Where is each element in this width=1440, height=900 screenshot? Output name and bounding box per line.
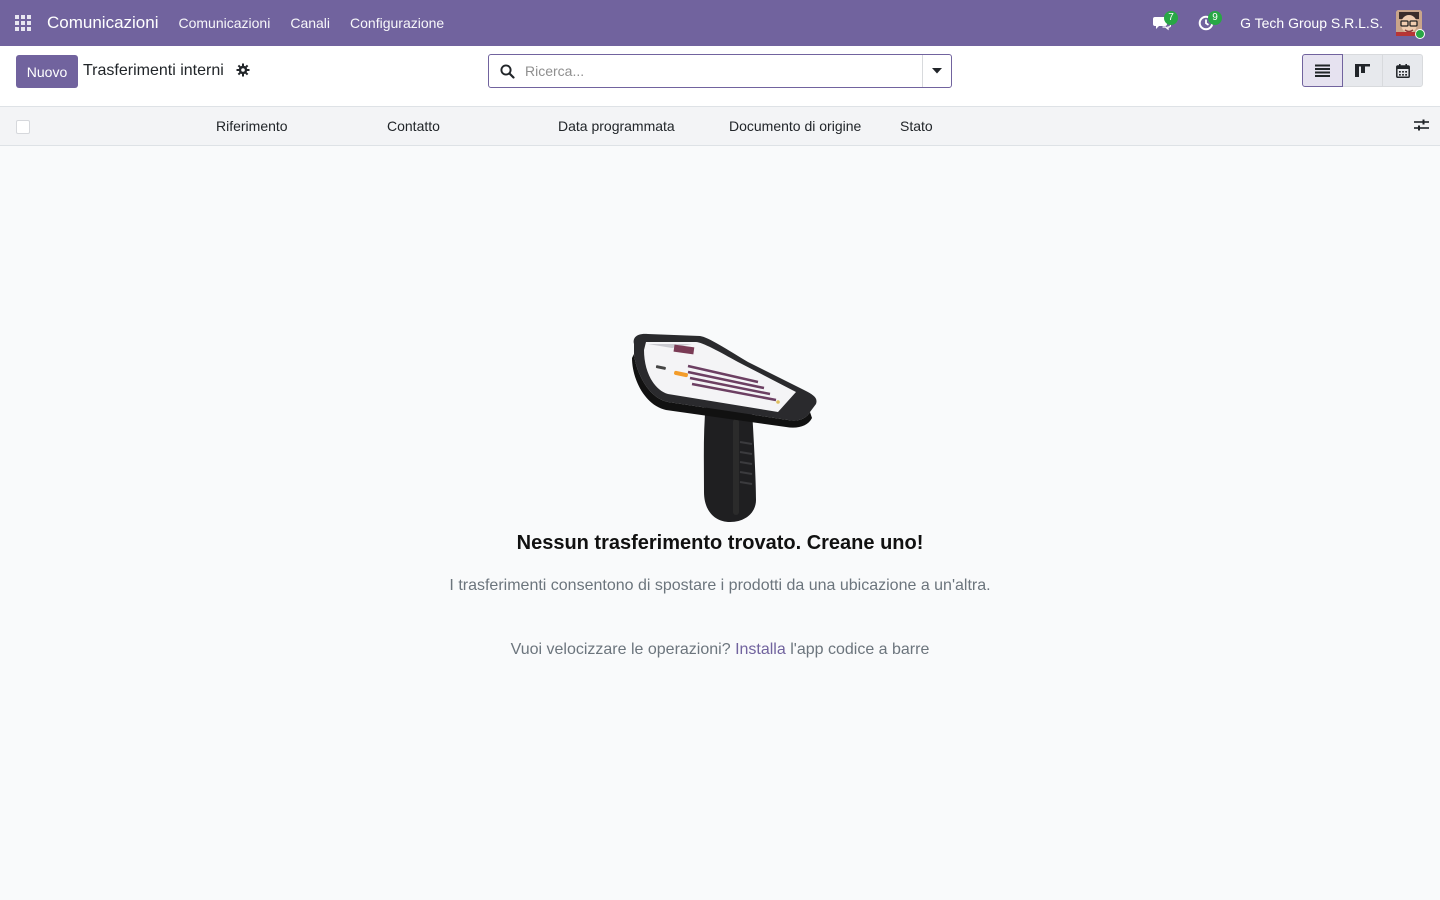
calendar-icon	[1395, 63, 1410, 78]
list-header: Riferimento Contatto Data programmata Do…	[0, 106, 1440, 146]
column-stato[interactable]: Stato	[900, 118, 933, 134]
search-icon	[489, 55, 525, 87]
page-title: Trasferimenti interni	[83, 62, 224, 79]
company-switcher[interactable]: G Tech Group S.R.L.S.	[1240, 15, 1383, 31]
messages-button[interactable]: 7	[1152, 0, 1179, 46]
menu-configurazione[interactable]: Configurazione	[350, 15, 444, 31]
menu-canali[interactable]: Canali	[290, 15, 330, 31]
empty-state: Nessun trasferimento trovato. Creane uno…	[0, 146, 1440, 900]
empty-state-description: I trasferimenti consentono di spostare i…	[449, 577, 991, 594]
column-riferimento[interactable]: Riferimento	[216, 118, 288, 134]
systray: 7 9 G Tech Group S.R.L.S.	[1152, 0, 1425, 46]
column-data-programmata[interactable]: Data programmata	[558, 118, 675, 134]
barcode-scanner-illustration	[632, 333, 817, 522]
user-avatar[interactable]	[1396, 10, 1425, 39]
messages-badge: 7	[1164, 11, 1179, 25]
install-barcode-link[interactable]: Installa	[735, 641, 786, 658]
search-bar	[488, 54, 952, 88]
apps-grid-icon	[15, 15, 31, 31]
apps-menu-button[interactable]	[0, 0, 46, 46]
optional-columns-icon[interactable]	[1414, 118, 1429, 135]
select-all-checkbox[interactable]	[16, 120, 30, 134]
online-status-dot	[1415, 29, 1425, 39]
activities-button[interactable]: 9	[1196, 0, 1223, 46]
hint-prefix: Vuoi velocizzare le operazioni?	[510, 641, 731, 658]
new-button[interactable]: Nuovo	[16, 55, 78, 88]
view-switcher	[1302, 54, 1423, 87]
calendar-view-button[interactable]	[1382, 54, 1423, 87]
kanban-view-button[interactable]	[1342, 54, 1383, 87]
top-navbar: Comunicazioni Comunicazioni Canali Confi…	[0, 0, 1440, 46]
hint-suffix: l'app codice a barre	[790, 641, 930, 658]
activities-badge: 9	[1208, 11, 1223, 25]
caret-down-icon	[932, 68, 942, 74]
menu-comunicazioni[interactable]: Comunicazioni	[179, 15, 271, 31]
kanban-icon	[1355, 64, 1370, 77]
search-options-toggle[interactable]	[922, 55, 951, 87]
app-brand[interactable]: Comunicazioni	[47, 13, 159, 33]
column-documento-origine[interactable]: Documento di origine	[729, 118, 861, 134]
list-view-button[interactable]	[1302, 54, 1343, 87]
search-input[interactable]	[525, 56, 922, 86]
list-icon	[1315, 64, 1330, 77]
gear-icon[interactable]	[236, 63, 250, 80]
column-contatto[interactable]: Contatto	[387, 118, 440, 134]
control-panel: Nuovo Trasferimenti interni	[0, 46, 1440, 106]
empty-state-hint: Vuoi velocizzare le operazioni? Installa…	[0, 641, 1440, 659]
empty-state-title: Nessun trasferimento trovato. Creane uno…	[516, 532, 924, 554]
